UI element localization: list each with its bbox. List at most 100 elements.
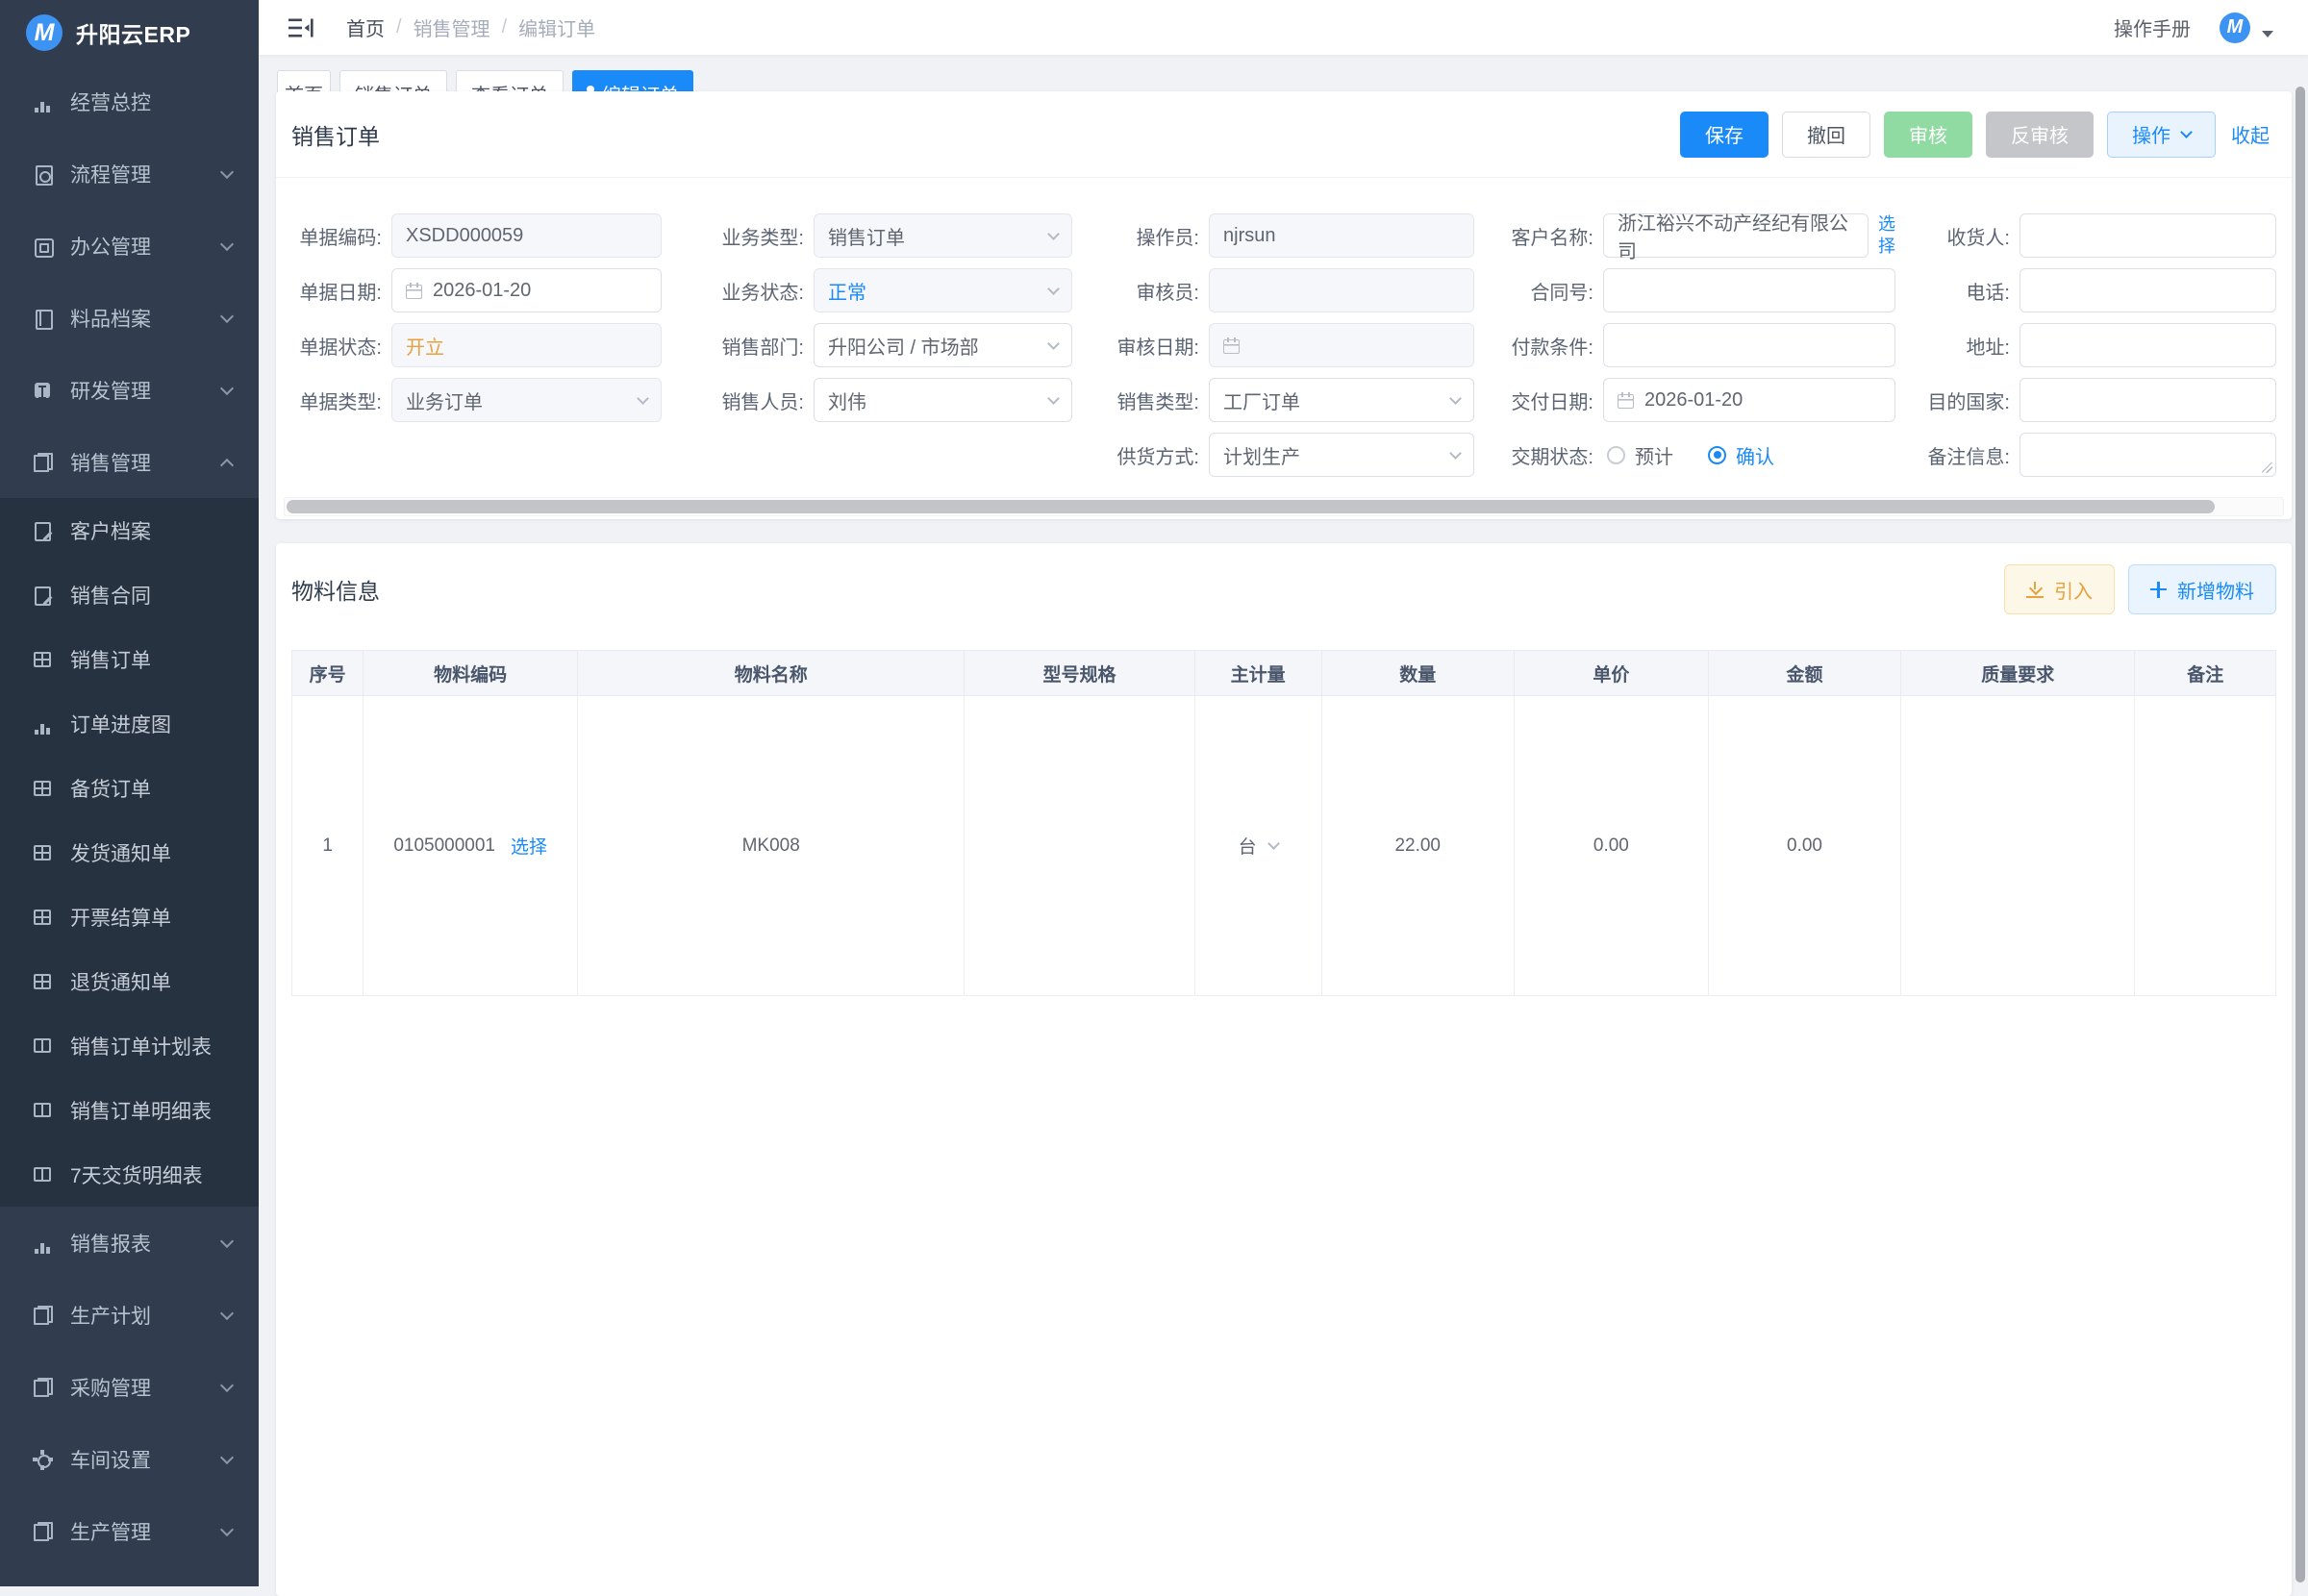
sidebar-item-workshop-settings[interactable]: 车间设置 (0, 1423, 259, 1495)
open-book-icon (32, 1164, 53, 1185)
sidebar-item-order-progress[interactable]: 订单进度图 (0, 691, 259, 756)
sidebar-item-label: 销售订单明细表 (70, 1096, 232, 1125)
user-menu-caret-icon[interactable] (2262, 31, 2273, 37)
sidebar-item-material-archives[interactable]: 料品档案 (0, 282, 259, 354)
cell-unit: 台 (1194, 696, 1321, 996)
sidebar-item-return-notice[interactable]: 退货通知单 (0, 949, 259, 1013)
sidebar-menu: 经营总控 流程管理 办公管理 料品档案 研发管理 销售管理 (0, 65, 259, 1586)
doc-date-input[interactable]: 2026-01-20 (391, 268, 662, 312)
radio-checked-icon (1708, 446, 1726, 464)
cell-amount: 0.00 (1708, 696, 1900, 996)
chevron-down-icon (220, 1522, 234, 1535)
topbar-right: 操作手册 M (2114, 12, 2273, 43)
sidebar-item-delivery-7day[interactable]: 7天交货明细表 (0, 1142, 259, 1207)
table-icon (32, 842, 53, 863)
sidebar-item-label: 办公管理 (70, 232, 222, 261)
sidebar-item-production-mgmt[interactable]: 生产管理 (0, 1495, 259, 1567)
field-value: 升阳公司 / 市场部 (828, 332, 979, 360)
field-label: 业务类型: (662, 222, 814, 250)
field-label: 客户名称: (1474, 222, 1603, 250)
gear-icon (32, 1449, 53, 1470)
save-button[interactable]: 保存 (1680, 112, 1769, 158)
sidebar-item-label: 销售订单计划表 (70, 1032, 232, 1060)
consignee-input[interactable] (2020, 213, 2276, 258)
operate-dropdown-button[interactable]: 操作 (2107, 112, 2216, 158)
payment-terms-input[interactable] (1603, 323, 1895, 367)
audit-button: 审核 (1884, 112, 1972, 158)
sidebar-item-customer-archives[interactable]: 客户档案 (0, 498, 259, 562)
cell-name: MK008 (578, 696, 965, 996)
sidebar-item-process-mgmt[interactable]: 流程管理 (0, 137, 259, 210)
chevron-down-icon (1047, 392, 1060, 405)
chevron-down-icon (220, 164, 234, 178)
breadcrumb-home[interactable]: 首页 (346, 13, 385, 41)
customer-select-link[interactable]: 选择 (1878, 213, 1897, 258)
auditor-input (1209, 268, 1474, 312)
table-icon (32, 778, 53, 799)
remark-textarea[interactable] (2020, 433, 2276, 477)
field-doc-date: 单据日期: 2026-01-20 (291, 268, 662, 312)
sidebar-item-sales-mgmt[interactable]: 销售管理 (0, 426, 259, 498)
copy-icon (32, 1305, 53, 1326)
sidebar-item-office-mgmt[interactable]: 办公管理 (0, 210, 259, 282)
manual-link[interactable]: 操作手册 (2114, 13, 2191, 41)
sidebar-item-label: 7天交货明细表 (70, 1160, 232, 1189)
rd-icon (32, 380, 53, 401)
sidebar-item-rd-mgmt[interactable]: 研发管理 (0, 354, 259, 426)
breadcrumb-section[interactable]: 销售管理 (414, 13, 490, 41)
delivery-date-input[interactable]: 2026-01-20 (1603, 378, 1895, 422)
sidebar-item-sales-contract[interactable]: 销售合同 (0, 562, 259, 627)
vertical-scrollbar-thumb[interactable] (2295, 87, 2305, 1583)
topbar: 首页 / 销售管理 / 编辑订单 操作手册 M (259, 0, 2308, 56)
withdraw-button[interactable]: 撤回 (1782, 112, 1870, 158)
flow-icon (32, 163, 53, 185)
sidebar-item-business-overview[interactable]: 经营总控 (0, 65, 259, 137)
sidebar-item-sales-order-plan[interactable]: 销售订单计划表 (0, 1013, 259, 1078)
sidebar-item-sales-report[interactable]: 销售报表 (0, 1207, 259, 1279)
table-row: 1 0105000001 选择 MK008 台 22.00 0.00 (292, 696, 2276, 996)
sales-dept-select[interactable]: 升阳公司 / 市场部 (814, 323, 1072, 367)
sidebar-item-label: 研发管理 (70, 376, 222, 405)
sales-type-select[interactable]: 工厂订单 (1209, 378, 1474, 422)
biz-type-select: 销售订单 (814, 213, 1072, 258)
sidebar-item-sales-order-detail[interactable]: 销售订单明细表 (0, 1078, 259, 1142)
sidebar-item-stock-order[interactable]: 备货订单 (0, 756, 259, 820)
field-label: 审核日期: (1072, 332, 1209, 360)
resize-handle-icon[interactable] (2262, 462, 2272, 473)
radio-confirm[interactable]: 确认 (1708, 441, 1774, 469)
sidebar-item-purchase-mgmt[interactable]: 采购管理 (0, 1351, 259, 1423)
field-label: 单据编码: (291, 222, 391, 250)
unit-select[interactable]: 台 (1239, 833, 1278, 859)
address-input[interactable] (2020, 323, 2276, 367)
doc-type-select: 业务订单 (391, 378, 662, 422)
copy-icon (32, 1377, 53, 1398)
plus-icon (2150, 582, 2167, 598)
supply-mode-select[interactable]: 计划生产 (1209, 433, 1474, 477)
sidebar-item-invoice-settlement[interactable]: 开票结算单 (0, 885, 259, 949)
contract-no-input[interactable] (1603, 268, 1895, 312)
sidebar-item-production-plan[interactable]: 生产计划 (0, 1279, 259, 1351)
collapse-sidebar-icon[interactable] (288, 16, 314, 39)
chevron-down-icon (220, 1450, 234, 1463)
horizontal-scrollbar-thumb[interactable] (287, 500, 2215, 513)
phone-input[interactable] (2020, 268, 2276, 312)
sidebar-item-sales-order[interactable]: 销售订单 (0, 627, 259, 691)
field-label: 交期状态: (1474, 441, 1603, 469)
import-button[interactable]: 引入 (2004, 564, 2115, 614)
radio-icon (1607, 446, 1625, 464)
cell-quality (1901, 696, 2135, 996)
add-material-button[interactable]: 新增物料 (2128, 564, 2276, 614)
customer-input[interactable]: 浙江裕兴不动产经纪有限公司 (1603, 213, 1869, 258)
sidebar-item-processing-workshop[interactable]: 加工车间 (0, 1567, 259, 1586)
radio-estimate[interactable]: 预计 (1607, 441, 1673, 469)
material-select-link[interactable]: 选择 (511, 833, 547, 859)
field-remark: 备注信息: (1895, 433, 2276, 477)
sidebar-item-shipment-notice[interactable]: 发货通知单 (0, 820, 259, 885)
dest-country-input[interactable] (2020, 378, 2276, 422)
sales-person-select[interactable]: 刘伟 (814, 378, 1072, 422)
field-payment-terms: 付款条件: (1474, 323, 1895, 367)
collapse-panel-link[interactable]: 收起 (2231, 120, 2270, 148)
materials-title: 物料信息 (291, 573, 380, 606)
field-label: 交付日期: (1474, 387, 1603, 414)
avatar[interactable]: M (2220, 12, 2250, 43)
